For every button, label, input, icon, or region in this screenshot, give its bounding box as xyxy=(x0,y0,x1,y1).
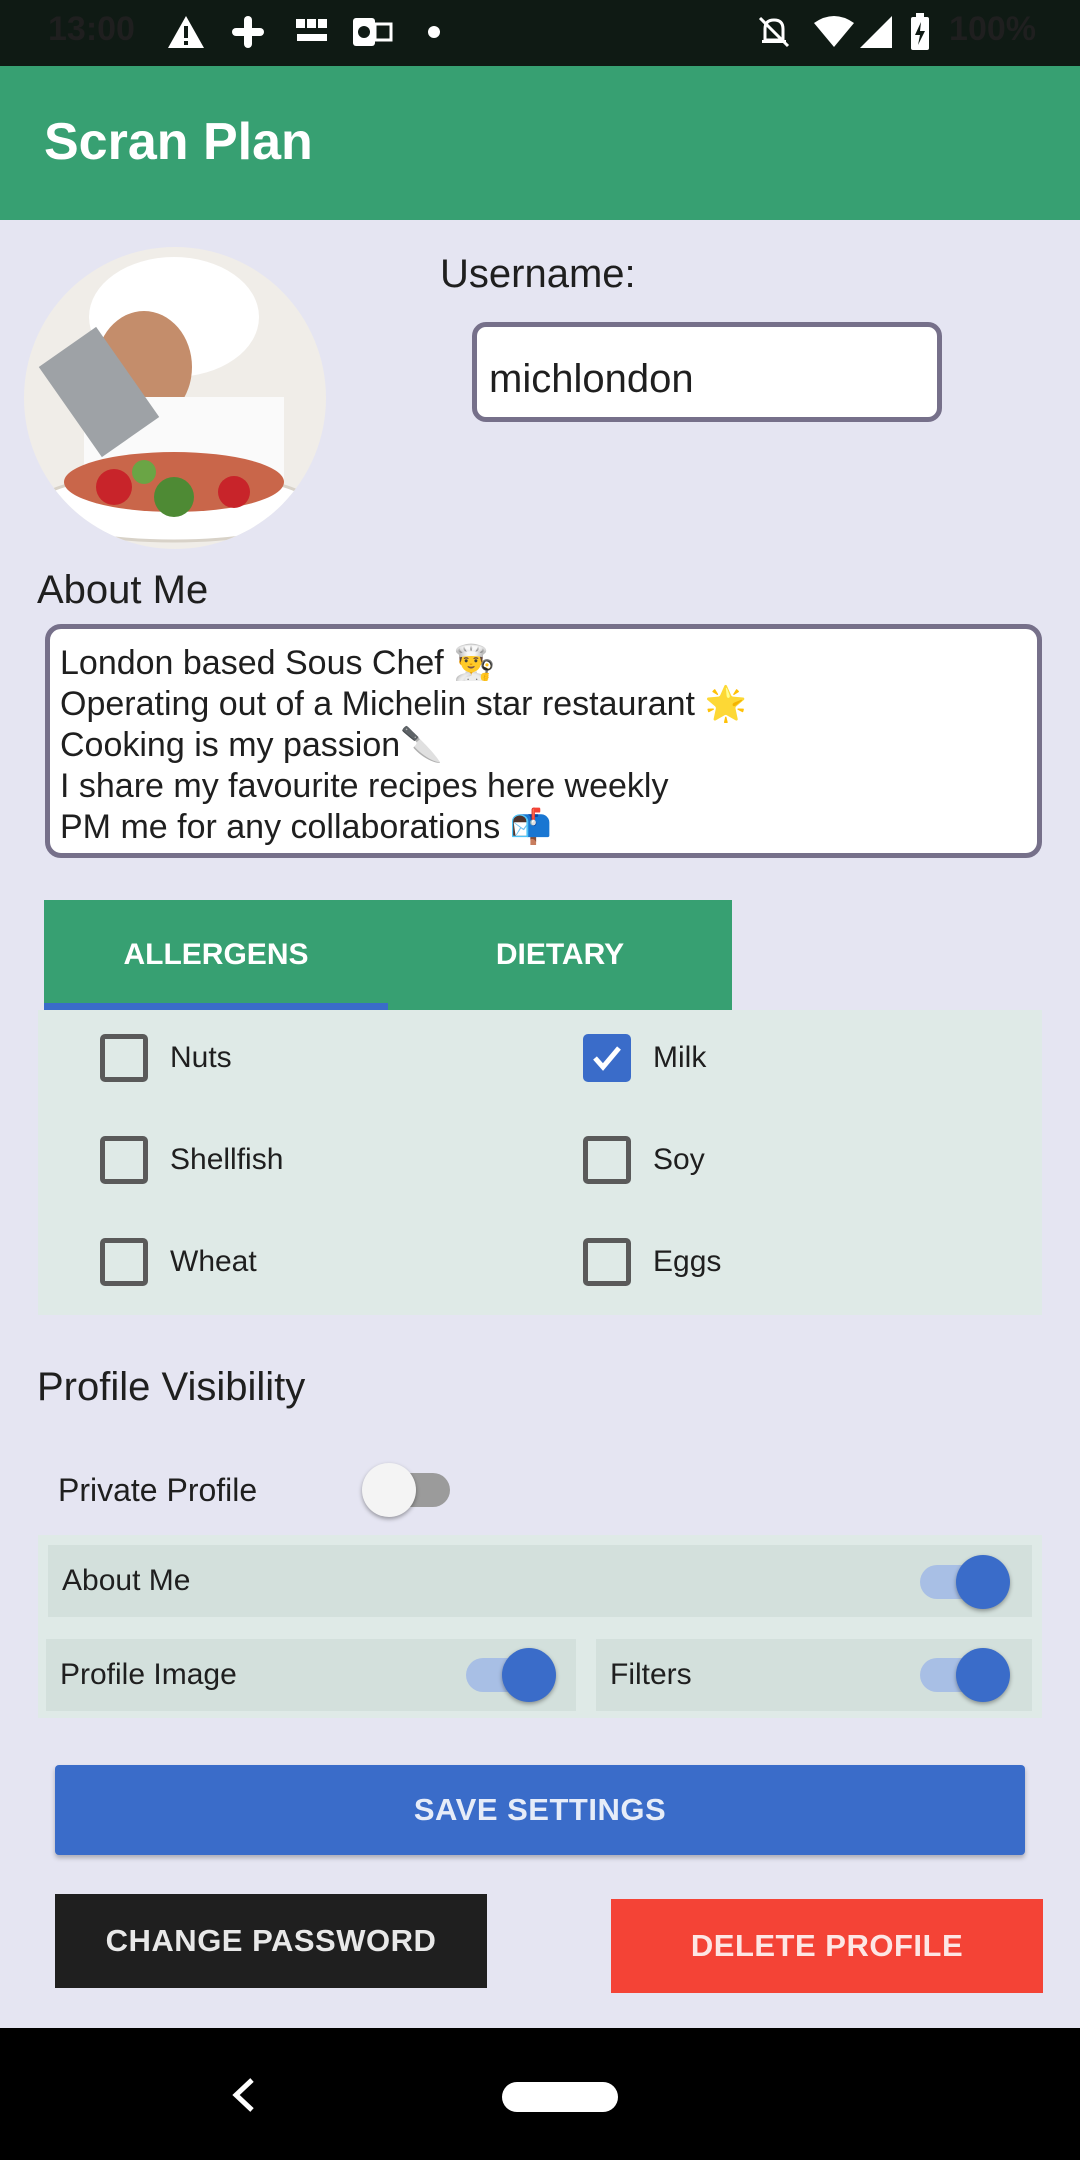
signal-icon xyxy=(858,12,894,52)
outlook-icon xyxy=(350,12,394,52)
home-pill-icon[interactable] xyxy=(502,2082,618,2112)
tab-allergens[interactable]: ALLERGENS xyxy=(44,900,388,1010)
checkbox[interactable] xyxy=(583,1238,631,1286)
save-settings-button[interactable]: SAVE SETTINGS xyxy=(55,1765,1025,1855)
battery-percentage: 100% xyxy=(949,10,1036,48)
checkbox-checked[interactable] xyxy=(583,1034,631,1082)
about-line: PM me for any collaborations 📬 xyxy=(60,808,553,846)
profile-avatar[interactable] xyxy=(24,247,326,549)
mute-icon xyxy=(754,12,794,52)
private-profile-label: Private Profile xyxy=(58,1472,258,1508)
wifi-icon xyxy=(812,12,856,52)
allergen-soy[interactable]: Soy xyxy=(583,1136,705,1184)
about-line: London based Sous Chef 👨‍🍳 xyxy=(60,644,496,682)
delete-profile-button[interactable]: DELETE PROFILE xyxy=(611,1899,1043,1993)
preferences-tabs: ALLERGENS DIETARY xyxy=(44,900,732,1010)
checkbox[interactable] xyxy=(583,1136,631,1184)
about-line: Operating out of a Michelin star restaur… xyxy=(60,685,747,723)
warning-icon xyxy=(166,12,206,52)
about-me-textarea[interactable]: London based Sous Chef 👨‍🍳 Operating out… xyxy=(45,624,1042,858)
allergen-label: Milk xyxy=(653,1041,707,1074)
checkbox[interactable] xyxy=(100,1034,148,1082)
allergen-wheat[interactable]: Wheat xyxy=(100,1238,257,1286)
allergen-label: Wheat xyxy=(170,1245,257,1278)
allergen-milk[interactable]: Milk xyxy=(583,1034,706,1082)
app-title: Scran Plan xyxy=(44,113,313,171)
username-label: Username: xyxy=(440,252,636,296)
change-password-button[interactable]: CHANGE PASSWORD xyxy=(55,1894,487,1988)
private-profile-switch[interactable] xyxy=(362,1463,450,1517)
about-me-visibility-row: About Me xyxy=(48,1545,1032,1617)
allergen-shellfish[interactable]: Shellfish xyxy=(100,1136,283,1184)
tab-dietary[interactable]: DIETARY xyxy=(388,900,732,1010)
allergen-label: Eggs xyxy=(653,1245,722,1278)
allergen-label: Soy xyxy=(653,1143,705,1176)
allergen-panel: Nuts Milk Shellfish Soy Wheat Eggs xyxy=(38,1010,1042,1315)
allergen-eggs[interactable]: Eggs xyxy=(583,1238,721,1286)
about-me-visibility-label: About Me xyxy=(62,1564,191,1597)
check-icon xyxy=(593,1046,621,1071)
about-me-switch[interactable] xyxy=(920,1555,1010,1609)
profile-image-visibility-label: Profile Image xyxy=(60,1658,237,1691)
about-me-label: About Me xyxy=(37,568,209,612)
allergen-label: Shellfish xyxy=(170,1143,284,1176)
allergen-nuts[interactable]: Nuts xyxy=(100,1034,232,1082)
checkbox[interactable] xyxy=(100,1238,148,1286)
bbc-news-icon xyxy=(292,12,332,52)
slack-icon xyxy=(228,12,268,52)
back-icon[interactable] xyxy=(224,2072,264,2118)
dot-icon xyxy=(424,12,444,52)
checkbox[interactable] xyxy=(100,1136,148,1184)
about-line: Cooking is my passion🔪 xyxy=(60,726,443,764)
filters-switch[interactable] xyxy=(920,1648,1010,1702)
visibility-panel: About Me Profile Image Filters xyxy=(38,1535,1042,1718)
username-input[interactable]: michlondon xyxy=(472,322,942,422)
allergen-label: Nuts xyxy=(170,1041,232,1074)
profile-visibility-title: Profile Visibility xyxy=(37,1365,306,1409)
status-time: 13:00 xyxy=(48,10,135,48)
filters-visibility-label: Filters xyxy=(610,1658,692,1691)
battery-icon xyxy=(908,12,932,52)
profile-image-switch[interactable] xyxy=(466,1648,556,1702)
about-line: I share my favourite recipes here weekly xyxy=(60,767,669,805)
